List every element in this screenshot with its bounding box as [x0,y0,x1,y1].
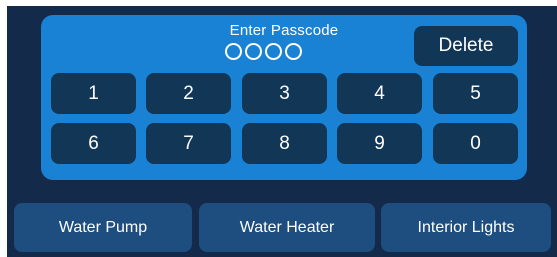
passcode-dots [225,43,302,63]
delete-button[interactable]: Delete [414,26,518,66]
passcode-dot [225,43,242,60]
key-2[interactable]: 2 [146,73,231,114]
interior-lights-button[interactable]: Interior Lights [381,203,551,252]
passcode-keypad-panel: Enter Passcode Delete 1 2 3 4 5 6 7 8 9 … [41,15,527,180]
key-0[interactable]: 0 [433,123,518,164]
key-1[interactable]: 1 [51,73,136,114]
passcode-dot [265,43,282,60]
key-9[interactable]: 9 [337,123,422,164]
water-pump-button[interactable]: Water Pump [14,203,192,252]
water-heater-button[interactable]: Water Heater [199,203,375,252]
key-8[interactable]: 8 [242,123,327,164]
key-6[interactable]: 6 [51,123,136,164]
key-7[interactable]: 7 [146,123,231,164]
key-4[interactable]: 4 [337,73,422,114]
passcode-dot [285,43,302,60]
key-5[interactable]: 5 [433,73,518,114]
app-screen: Enter Passcode Delete 1 2 3 4 5 6 7 8 9 … [7,6,557,257]
key-3[interactable]: 3 [242,73,327,114]
passcode-dot [245,43,262,60]
